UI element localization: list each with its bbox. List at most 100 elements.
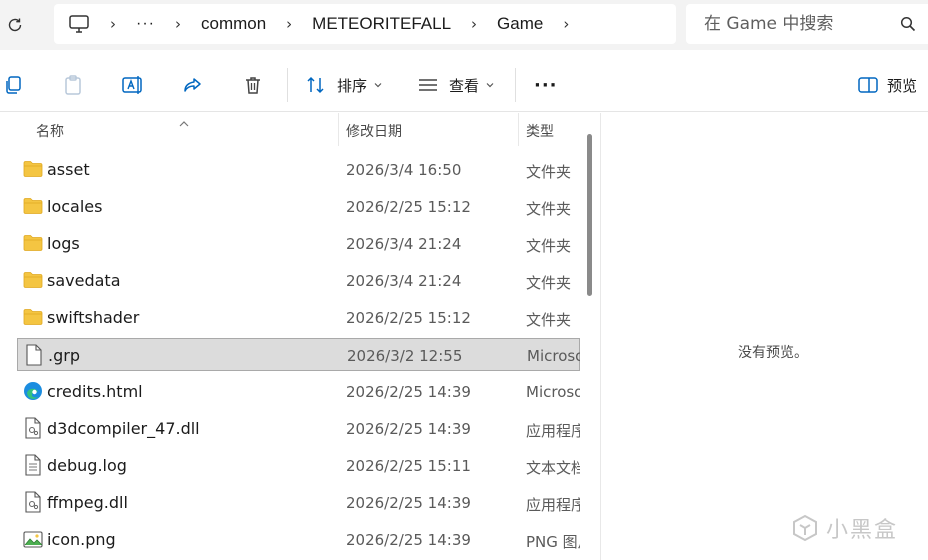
preview-pane-icon xyxy=(858,77,878,93)
preview-pane-button[interactable]: 预览 xyxy=(857,71,917,99)
file-type: PNG 图片 xyxy=(526,533,580,551)
this-pc-icon[interactable] xyxy=(68,14,90,34)
refresh-button[interactable] xyxy=(2,12,28,38)
sort-ascending-icon xyxy=(178,113,190,132)
file-row[interactable]: .grp 2026/3/2 12:55 Microso xyxy=(17,338,580,371)
folder-icon xyxy=(23,196,43,216)
file-modified-date: 2026/3/4 16:50 xyxy=(346,161,462,179)
file-modified-date: 2026/3/4 21:24 xyxy=(346,272,462,290)
rename-button[interactable] xyxy=(121,71,145,99)
image-file-icon xyxy=(23,529,43,549)
file-row[interactable]: credits.html 2026/2/25 14:39 Microso xyxy=(17,375,580,408)
command-bar: 排序 查看 ··· 预览 xyxy=(0,58,928,112)
copy-icon xyxy=(6,76,21,94)
file-row[interactable]: icon.png 2026/2/25 14:39 PNG 图片 xyxy=(17,523,580,556)
search-box[interactable] xyxy=(686,4,928,44)
file-type: 文件夹 xyxy=(526,237,572,255)
more-options-button[interactable]: ··· xyxy=(534,71,558,99)
file-name: savedata xyxy=(47,271,121,290)
share-icon xyxy=(184,78,201,92)
file-row[interactable]: ffmpeg.dll 2026/2/25 14:39 应用程序 xyxy=(17,486,580,519)
dll-file-icon xyxy=(23,417,43,439)
file-modified-date: 2026/2/25 15:11 xyxy=(346,457,471,475)
chevron-down-icon xyxy=(485,80,495,90)
share-button[interactable] xyxy=(182,71,204,99)
refresh-icon xyxy=(8,18,22,32)
edge-icon xyxy=(23,381,43,401)
file-type: 文件夹 xyxy=(526,311,572,329)
file-name: swiftshader xyxy=(47,308,140,327)
rename-icon xyxy=(122,76,142,94)
view-list-icon xyxy=(419,79,437,91)
blank-file-icon xyxy=(24,344,44,366)
column-header: 名称 修改日期 类型 xyxy=(0,113,580,146)
file-modified-date: 2026/2/25 14:39 xyxy=(346,494,471,512)
sort-icon xyxy=(307,76,324,94)
file-modified-date: 2026/3/4 21:24 xyxy=(346,235,462,253)
file-modified-date: 2026/3/2 12:55 xyxy=(347,347,463,365)
address-bar-row: › ··· › common › METEORITEFALL › Game › xyxy=(0,0,928,50)
breadcrumb-chevron-icon[interactable]: › xyxy=(563,15,569,33)
view-button[interactable]: 查看 xyxy=(417,71,495,99)
breadcrumb[interactable]: › ··· › common › METEORITEFALL › Game › xyxy=(54,4,676,44)
paste-button[interactable] xyxy=(62,71,84,99)
preview-pane: 没有预览。 xyxy=(600,113,928,560)
column-divider[interactable] xyxy=(338,113,339,146)
copy-button[interactable] xyxy=(2,71,24,99)
file-type: Microso xyxy=(527,347,580,365)
text-file-icon xyxy=(23,454,43,476)
file-name: ffmpeg.dll xyxy=(47,493,128,512)
file-type: 文件夹 xyxy=(526,200,572,218)
breadcrumb-chevron-icon[interactable]: › xyxy=(110,15,116,33)
file-name: locales xyxy=(47,197,103,216)
folder-icon xyxy=(23,270,43,290)
file-list: asset 2026/3/4 16:50 文件夹 locales 2026/2/25 1… xyxy=(0,150,580,560)
breadcrumb-common[interactable]: common xyxy=(201,14,266,34)
file-row[interactable]: logs 2026/3/4 21:24 文件夹 xyxy=(17,227,580,260)
file-row[interactable]: asset 2026/3/4 16:50 文件夹 xyxy=(17,153,580,186)
column-type[interactable]: 类型 xyxy=(526,121,554,141)
dll-file-icon xyxy=(23,491,43,513)
breadcrumb-game[interactable]: Game xyxy=(497,14,543,34)
file-row[interactable]: debug.log 2026/2/25 15:11 文本文档 xyxy=(17,449,580,482)
file-row[interactable]: locales 2026/2/25 15:12 文件夹 xyxy=(17,190,580,223)
file-name: d3dcompiler_47.dll xyxy=(47,419,200,438)
file-modified-date: 2026/2/25 14:39 xyxy=(346,420,471,438)
file-row[interactable]: d3dcompiler_47.dll 2026/2/25 14:39 应用程序 xyxy=(17,412,580,445)
folder-icon xyxy=(23,233,43,253)
file-type: 文件夹 xyxy=(526,274,572,292)
trash-icon xyxy=(246,77,260,94)
breadcrumb-meteoritefall[interactable]: METEORITEFALL xyxy=(312,14,451,34)
breadcrumb-overflow[interactable]: ··· xyxy=(136,15,155,33)
column-modified[interactable]: 修改日期 xyxy=(346,121,402,141)
scrollbar-thumb[interactable] xyxy=(587,134,592,296)
column-name[interactable]: 名称 xyxy=(36,121,64,141)
file-name: logs xyxy=(47,234,80,253)
search-icon[interactable] xyxy=(900,16,916,36)
folder-icon xyxy=(23,307,43,327)
toolbar-divider xyxy=(287,68,288,102)
sort-button[interactable]: 排序 xyxy=(305,71,383,99)
breadcrumb-chevron-icon[interactable]: › xyxy=(175,15,181,33)
sort-label: 排序 xyxy=(337,76,368,95)
column-divider[interactable] xyxy=(518,113,519,146)
file-row[interactable]: swiftshader 2026/2/25 15:12 文件夹 xyxy=(17,301,580,334)
file-modified-date: 2026/2/25 15:12 xyxy=(346,198,471,216)
file-type: 应用程序 xyxy=(526,496,580,514)
toolbar-divider xyxy=(515,68,516,102)
file-type: Microso xyxy=(526,383,580,401)
file-modified-date: 2026/2/25 14:39 xyxy=(346,531,471,549)
breadcrumb-chevron-icon[interactable]: › xyxy=(286,15,292,33)
file-name: icon.png xyxy=(47,530,116,549)
delete-button[interactable] xyxy=(242,71,264,99)
file-name: asset xyxy=(47,160,90,179)
chevron-down-icon xyxy=(373,80,383,90)
breadcrumb-chevron-icon[interactable]: › xyxy=(471,15,477,33)
file-row[interactable]: savedata 2026/3/4 21:24 文件夹 xyxy=(17,264,580,297)
file-name: debug.log xyxy=(47,456,127,475)
file-name: credits.html xyxy=(47,382,143,401)
watermark: 小黑盒 xyxy=(790,512,898,544)
paste-icon xyxy=(65,75,81,95)
search-input[interactable] xyxy=(704,14,894,34)
watermark-logo-icon xyxy=(793,514,817,542)
